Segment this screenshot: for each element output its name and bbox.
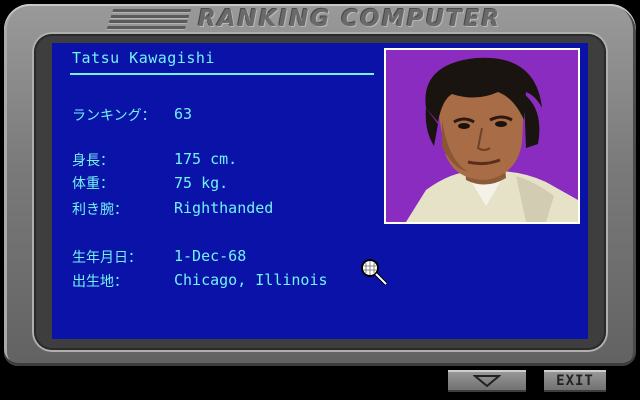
- dominant-hand-value: Righthanded: [174, 199, 274, 217]
- weight-label: 体重：: [72, 176, 114, 192]
- dominant-hand-label: 利き腕：: [72, 202, 128, 218]
- weight-value: 75 kg.: [174, 174, 229, 192]
- player-name: Tatsu Kawagishi: [72, 49, 215, 67]
- window-title: RANKING COMPUTER: [198, 6, 502, 32]
- birthplace-label: 出生地：: [72, 274, 128, 290]
- birthplace-value: Chicago, Illinois: [174, 271, 328, 289]
- exit-label: EXIT: [556, 373, 594, 389]
- title-bar: RANKING COMPUTER: [106, 6, 540, 32]
- triangle-down-icon: [473, 375, 501, 388]
- height-label: 身長：: [72, 153, 114, 169]
- player-photo: [384, 48, 580, 224]
- height-value: 175 cm.: [174, 150, 238, 168]
- player-profile-panel: Tatsu Kawagishi ランキング： 63 身長： 175 cm. 体重…: [52, 43, 588, 339]
- ranking-value: 63: [174, 105, 193, 123]
- ea-logo-icon: [106, 9, 192, 29]
- birth-date-value: 1-Dec-68: [174, 247, 247, 265]
- name-underline: [70, 73, 374, 75]
- exit-button[interactable]: EXIT: [544, 370, 606, 392]
- scroll-down-button[interactable]: [448, 370, 526, 392]
- tennis-racket-icon: [359, 257, 391, 289]
- birth-date-label: 生年月日：: [72, 250, 142, 266]
- ranking-label: ランキング：: [72, 108, 156, 124]
- ranking-computer-screen: RANKING COMPUTER Tatsu Kawagishi ランキング： …: [0, 0, 640, 400]
